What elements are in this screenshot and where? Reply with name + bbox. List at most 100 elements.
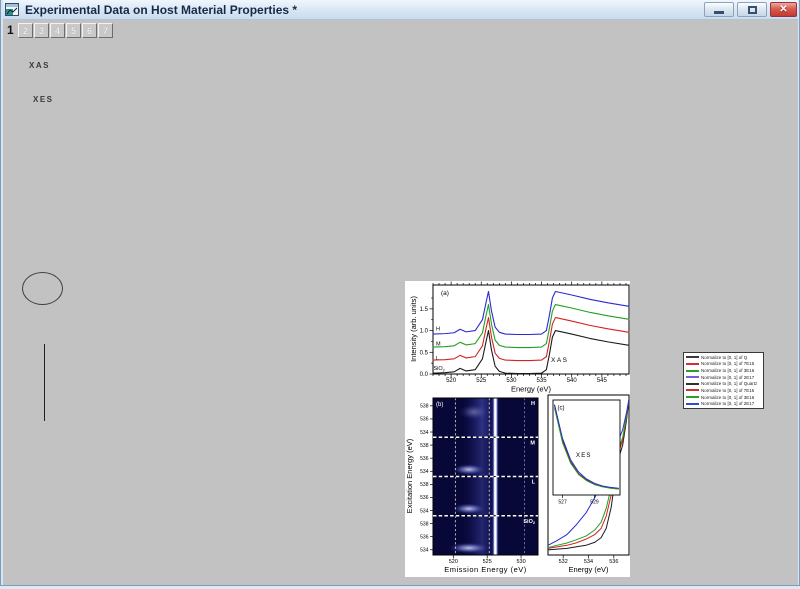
xas-xtick-label: 535 bbox=[537, 378, 548, 384]
heatmap-band-core bbox=[494, 516, 496, 555]
page-tab-1-active[interactable]: 1 bbox=[7, 23, 14, 37]
app-window: Experimental Data on Host Material Prope… bbox=[0, 0, 800, 589]
legend-line-swatch bbox=[686, 396, 699, 398]
titlebar[interactable]: Experimental Data on Host Material Prope… bbox=[0, 0, 800, 20]
legend-entry: Normalize to [0, 1] of 2E17 bbox=[686, 401, 761, 407]
legend-entry-label: Normalize to [0, 1] of 7E15 bbox=[701, 361, 754, 366]
xes-xlabel: Energy (eV) bbox=[568, 565, 609, 574]
window-border-left bbox=[0, 0, 3, 589]
graph-page-canvas[interactable]: XAS XES 5205255305355405450.00.51.01.5(a… bbox=[0, 42, 800, 589]
excitation-ytick-label: 536 bbox=[420, 456, 429, 462]
series-label-H: H bbox=[436, 327, 440, 333]
ellipse-drawing-object[interactable] bbox=[22, 272, 63, 305]
legend-entry-label: Normalize to [0, 1] of 3E16 bbox=[701, 368, 754, 373]
excitation-ytick-label: 538 bbox=[420, 443, 429, 449]
page-tab-4[interactable]: 4 bbox=[50, 23, 65, 38]
series-label-M: M bbox=[436, 342, 441, 348]
legend-entry-label: Normalize to [0, 1] of Quartz bbox=[701, 381, 757, 386]
xas-xtick-label: 540 bbox=[567, 378, 578, 384]
close-icon: ✕ bbox=[779, 5, 787, 15]
excitation-ytick-label: 538 bbox=[420, 521, 429, 527]
heatmap-ylabel: Excitation Energy (eV) bbox=[405, 438, 414, 513]
legend-line-swatch bbox=[686, 370, 699, 372]
heatmap-blob bbox=[453, 464, 485, 475]
graph-window-icon bbox=[5, 3, 19, 16]
legend-line-swatch bbox=[686, 403, 699, 405]
xes-annotation: XES bbox=[576, 453, 592, 459]
xas-xtick-label: 525 bbox=[476, 378, 487, 384]
panel-b-label: (b) bbox=[436, 402, 443, 408]
xas-ytick-label: 1.0 bbox=[420, 329, 429, 335]
legend-entry: Normalize to [0, 1] of 7E15 bbox=[686, 387, 761, 393]
xas-ytick-label: 1.5 bbox=[420, 307, 429, 313]
window-border-bottom[interactable] bbox=[0, 585, 800, 589]
legend-entry-label: Normalize to [0, 1] of 3E16 bbox=[701, 395, 754, 400]
window-controls: ✕ bbox=[704, 2, 797, 17]
legend-entry: Normalize to [0, 1] of 3E16 bbox=[686, 394, 761, 400]
legend-line-swatch bbox=[686, 376, 699, 378]
page-tab-row: 1 234567 bbox=[0, 20, 800, 42]
maximize-button[interactable] bbox=[737, 2, 767, 17]
xas-ytick-label: 0.5 bbox=[420, 350, 429, 356]
heatmap-panel-label-M: M bbox=[530, 440, 535, 446]
spectra-figure[interactable]: 5205255305355405450.00.51.01.5(a)XASSiO2… bbox=[405, 281, 630, 577]
heatmap-band-core bbox=[494, 398, 496, 437]
legend-entry-label: Normalize to [0, 1] of 2E17 bbox=[701, 375, 754, 380]
page-tab-7[interactable]: 7 bbox=[98, 23, 113, 38]
vertical-line-drawing-object[interactable] bbox=[44, 344, 45, 421]
excitation-ytick-label: 538 bbox=[420, 482, 429, 488]
excitation-ytick-label: 534 bbox=[420, 508, 429, 514]
page-tab-2[interactable]: 2 bbox=[18, 23, 33, 38]
minimize-button[interactable] bbox=[704, 2, 734, 17]
heatmap-panel-label-H: H bbox=[531, 401, 535, 407]
panel-a-label: (a) bbox=[441, 290, 449, 297]
legend-entry: Normalize to [0, 1] of 2E17 bbox=[686, 374, 761, 380]
xas-xtick-label: 520 bbox=[446, 378, 457, 384]
page-tab-3[interactable]: 3 bbox=[34, 23, 49, 38]
page-tab-5[interactable]: 5 bbox=[66, 23, 81, 38]
window-title: Experimental Data on Host Material Prope… bbox=[25, 3, 297, 17]
xas-ylabel: Intensity (arb. units) bbox=[409, 296, 418, 362]
legend-entry: Normalize to [0, 1] of Q bbox=[686, 354, 761, 360]
legend-line-swatch bbox=[686, 383, 699, 385]
close-button[interactable]: ✕ bbox=[770, 2, 797, 17]
heatmap-band-core bbox=[494, 437, 496, 476]
page-tab-6[interactable]: 6 bbox=[82, 23, 97, 38]
xes-xtick-label: 536 bbox=[609, 559, 618, 565]
xas-annotation: XAS bbox=[551, 357, 569, 364]
series-label-L: L bbox=[436, 356, 439, 362]
xas-xlabel: Energy (eV) bbox=[511, 385, 552, 394]
excitation-ytick-label: 534 bbox=[420, 430, 429, 436]
xas-xtick-label: 545 bbox=[597, 378, 608, 384]
xes-xtick-label: 532 bbox=[559, 559, 568, 565]
heatmap-blob bbox=[449, 543, 489, 554]
legend-line-swatch bbox=[686, 356, 699, 358]
page-tab-buttons: 234567 bbox=[18, 23, 113, 38]
xas-ytick-label: 0.0 bbox=[420, 372, 429, 378]
xas-text-object[interactable]: XAS bbox=[29, 61, 50, 70]
legend-line-swatch bbox=[686, 389, 699, 391]
legend-line-swatch bbox=[686, 363, 699, 365]
excitation-ytick-label: 536 bbox=[420, 417, 429, 423]
excitation-ytick-label: 536 bbox=[420, 534, 429, 540]
legend-entry: Normalize to [0, 1] of Quartz bbox=[686, 381, 761, 387]
figure-svg: 5205255305355405450.00.51.01.5(a)XASSiO2… bbox=[405, 281, 630, 577]
panel-c-label: (c) bbox=[558, 406, 565, 412]
legend-entry-label: Normalize to [0, 1] of 7E15 bbox=[701, 388, 754, 393]
xes-inset-xtick-label: 527 bbox=[558, 500, 567, 506]
minimize-icon bbox=[714, 11, 724, 14]
maximize-icon bbox=[748, 6, 757, 14]
legend-entry-label: Normalize to [0, 1] of Q bbox=[701, 355, 747, 360]
excitation-ytick-label: 536 bbox=[420, 495, 429, 501]
xes-text-object[interactable]: XES bbox=[33, 95, 54, 104]
legend-entry-label: Normalize to [0, 1] of 2E17 bbox=[701, 401, 754, 406]
legend-entry: Normalize to [0, 1] of 7E15 bbox=[686, 361, 761, 367]
heatmap-band-core bbox=[494, 477, 496, 516]
excitation-ytick-label: 538 bbox=[420, 404, 429, 410]
heatmap-blob bbox=[459, 404, 489, 420]
figure-legend[interactable]: Normalize to [0, 1] of QNormalize to [0,… bbox=[683, 352, 764, 409]
excitation-ytick-label: 534 bbox=[420, 469, 429, 475]
excitation-ytick-label: 534 bbox=[420, 548, 429, 554]
legend-entry: Normalize to [0, 1] of 3E16 bbox=[686, 368, 761, 374]
xes-inset-xtick-label: 529 bbox=[590, 500, 599, 506]
